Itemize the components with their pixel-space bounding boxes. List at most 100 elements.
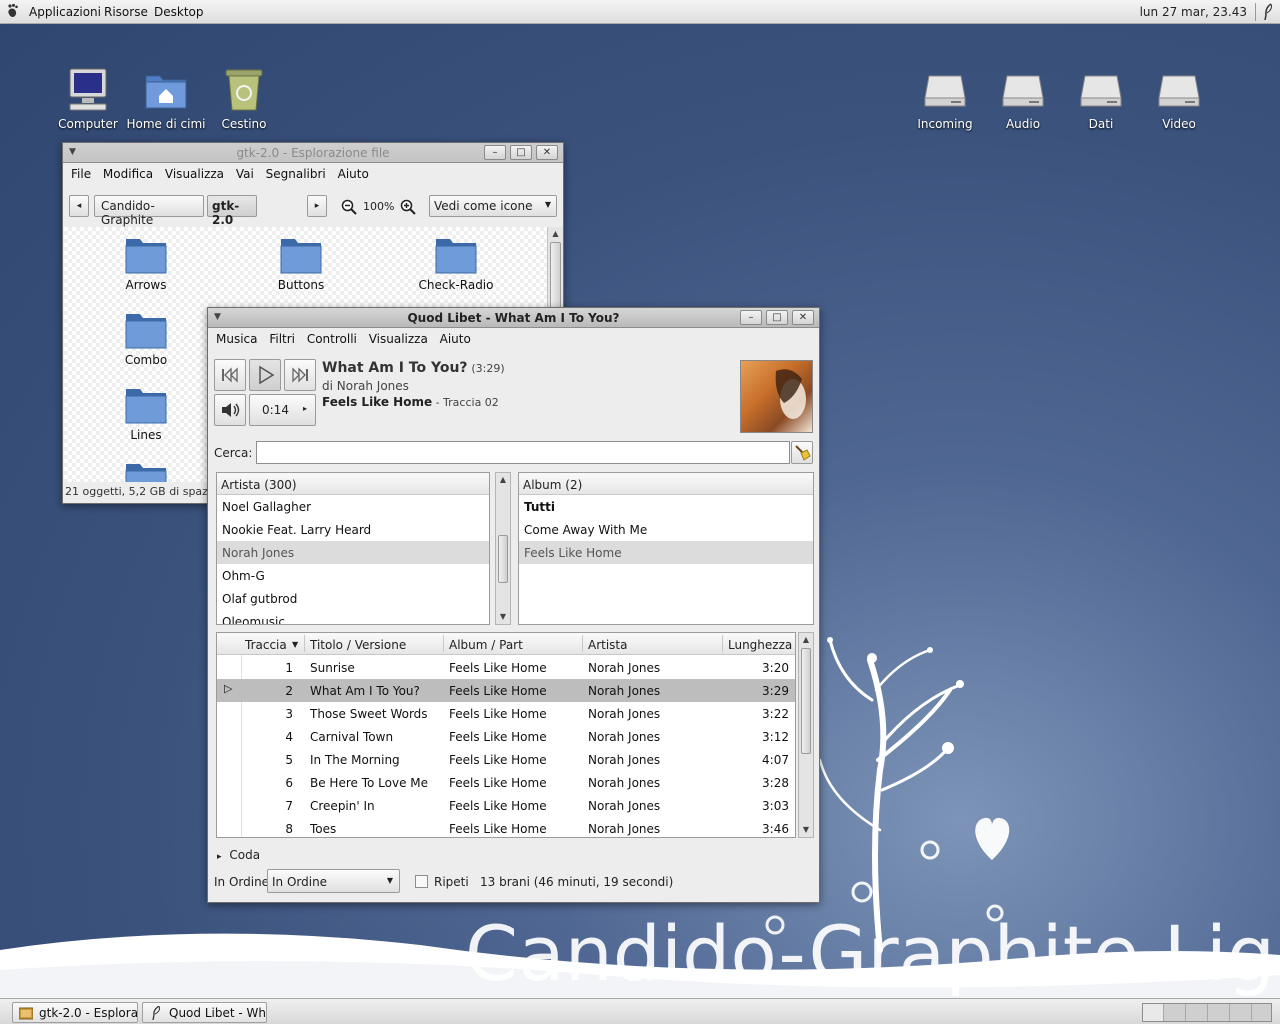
seek-button[interactable]: 0:14 ▸	[249, 394, 316, 426]
menu-segnalibri[interactable]: Segnalibri	[262, 163, 330, 181]
track-row[interactable]: 3 Those Sweet Words Feels Like Home Nora…	[217, 702, 795, 725]
view-mode-select[interactable]: Vedi come icone ▼	[429, 195, 557, 217]
maximize-button[interactable]: □	[766, 310, 788, 325]
track-row[interactable]: 8 Toes Feels Like Home Norah Jones 3:46	[217, 817, 795, 837]
menu-applicazioni[interactable]: Applicazioni	[29, 5, 101, 19]
quodlibet-titlebar[interactable]: ▼ Quod Libet - What Am I To You? – □ ✕	[208, 308, 819, 328]
menu-visualizza[interactable]: Visualizza	[161, 163, 228, 181]
scrollbar-thumb[interactable]	[498, 535, 508, 583]
workspace-6[interactable]	[1253, 1004, 1274, 1021]
artist-row[interactable]: Noel Gallagher	[217, 495, 489, 518]
folder-check-radio[interactable]: Check-Radio	[406, 235, 506, 292]
queue-expander[interactable]: ▸ Coda	[217, 848, 260, 862]
folder-arrows[interactable]: Arrows	[96, 235, 196, 292]
track-list[interactable]: Traccia ▼ Titolo / Versione Album / Part…	[216, 632, 796, 838]
artist-list[interactable]: Artista (300) Noel Gallagher Nookie Feat…	[216, 472, 490, 625]
workspace-4[interactable]	[1209, 1004, 1230, 1021]
desktop-icon-audio[interactable]: Audio	[983, 66, 1063, 131]
play-button[interactable]	[249, 359, 281, 391]
album-row-selected[interactable]: Feels Like Home	[519, 541, 813, 564]
task-button-file-manager[interactable]: gtk-2.0 - Esplorazione file	[12, 1002, 138, 1023]
folder-buttons[interactable]: Buttons	[251, 235, 351, 292]
clear-search-button[interactable]	[791, 441, 813, 464]
zoom-in-icon[interactable]	[400, 199, 416, 215]
album-list-header[interactable]: Album (2)	[519, 473, 813, 495]
menu-musica[interactable]: Musica	[212, 328, 262, 346]
artist-row[interactable]: Olaf gutbrod	[217, 587, 489, 610]
track-row[interactable]: 6 Be Here To Love Me Feels Like Home Nor…	[217, 771, 795, 794]
folder-combo[interactable]: Combo	[96, 310, 196, 367]
maximize-button[interactable]: □	[510, 145, 532, 160]
menu-modifica[interactable]: Modifica	[99, 163, 157, 181]
artist-list-scrollbar[interactable]: ▲ ▼	[495, 472, 511, 625]
menu-vai[interactable]: Vai	[232, 163, 258, 181]
desktop-icon-trash[interactable]: Cestino	[204, 66, 284, 131]
desktop-icon-incoming[interactable]: Incoming	[905, 66, 985, 131]
menu-aiuto[interactable]: Aiuto	[436, 328, 475, 346]
menu-visualizza[interactable]: Visualizza	[365, 328, 432, 346]
folder-lines[interactable]: Lines	[96, 385, 196, 442]
previous-button[interactable]	[214, 359, 246, 391]
album-row[interactable]: Come Away With Me	[519, 518, 813, 541]
track-row[interactable]: 7 Creepin' In Feels Like Home Norah Jone…	[217, 794, 795, 817]
desktop-icon-dati[interactable]: Dati	[1061, 66, 1141, 131]
track-row[interactable]: 4 Carnival Town Feels Like Home Norah Jo…	[217, 725, 795, 748]
gnome-foot-icon[interactable]	[5, 3, 21, 19]
path-back-button[interactable]: ◂	[69, 195, 89, 217]
repeat-checkbox[interactable]	[415, 875, 428, 888]
menu-controlli[interactable]: Controlli	[303, 328, 361, 346]
workspace-3[interactable]	[1187, 1004, 1208, 1021]
track-row-playing[interactable]: ▷ 2 What Am I To You? Feels Like Home No…	[217, 679, 795, 702]
menu-aiuto[interactable]: Aiuto	[334, 163, 373, 181]
quodlibet-tray-icon[interactable]	[1261, 3, 1275, 21]
minimize-button[interactable]: –	[740, 310, 762, 325]
artist-list-header[interactable]: Artista (300)	[217, 473, 489, 495]
desktop-icon-video[interactable]: Video	[1139, 66, 1219, 131]
scroll-up-arrow[interactable]: ▲	[496, 473, 510, 487]
column-titolo[interactable]: Titolo / Versione	[310, 638, 406, 652]
column-traccia[interactable]: Traccia	[245, 638, 287, 652]
album-cover-image[interactable]	[740, 360, 813, 433]
scrollbar-thumb[interactable]	[550, 242, 561, 312]
column-lunghezza[interactable]: Lunghezza	[728, 638, 792, 652]
menu-file[interactable]: File	[67, 163, 95, 181]
file-manager-titlebar[interactable]: ▼ gtk-2.0 - Esplorazione file – □ ✕	[63, 143, 563, 163]
close-button[interactable]: ✕	[792, 310, 814, 325]
minimize-button[interactable]: –	[484, 145, 506, 160]
path-button-candido-graphite[interactable]: Candido-Graphite	[94, 195, 204, 227]
column-artista[interactable]: Artista	[588, 638, 628, 652]
path-button-gtk2[interactable]: gtk-2.0	[207, 195, 257, 227]
menu-desktop[interactable]: Desktop	[154, 5, 204, 19]
search-input[interactable]	[256, 441, 790, 464]
workspace-switcher[interactable]	[1142, 1003, 1272, 1022]
close-button[interactable]: ✕	[536, 145, 558, 160]
desktop-icon-computer[interactable]: Computer	[48, 66, 128, 131]
path-forward-button[interactable]: ▸	[307, 195, 327, 217]
workspace-1[interactable]	[1143, 1004, 1164, 1021]
scroll-up-arrow[interactable]: ▲	[799, 633, 813, 647]
panel-clock[interactable]: lun 27 mar, 23.43	[1140, 5, 1247, 19]
menu-risorse[interactable]: Risorse	[104, 5, 148, 19]
order-select[interactable]: In Ordine ▼	[267, 869, 400, 893]
folder-partial[interactable]	[96, 460, 196, 482]
zoom-out-icon[interactable]	[341, 199, 357, 215]
album-row-all[interactable]: Tutti	[519, 495, 813, 518]
menu-filtri[interactable]: Filtri	[265, 328, 299, 346]
next-button[interactable]	[284, 359, 316, 391]
track-row[interactable]: 1 Sunrise Feels Like Home Norah Jones 3:…	[217, 656, 795, 679]
track-row[interactable]: 5 In The Morning Feels Like Home Norah J…	[217, 748, 795, 771]
artist-row[interactable]: Oleomusic	[217, 610, 489, 624]
desktop-icon-home[interactable]: Home di cimi	[126, 66, 206, 131]
volume-button[interactable]	[214, 394, 246, 426]
album-list[interactable]: Album (2) Tutti Come Away With Me Feels …	[518, 472, 814, 625]
workspace-2[interactable]	[1165, 1004, 1186, 1021]
scroll-up-arrow[interactable]: ▲	[548, 227, 563, 241]
artist-row-selected[interactable]: Norah Jones	[217, 541, 489, 564]
column-album[interactable]: Album / Part	[449, 638, 523, 652]
scroll-down-arrow[interactable]: ▼	[496, 610, 510, 624]
workspace-5[interactable]	[1231, 1004, 1252, 1021]
artist-row[interactable]: Nookie Feat. Larry Heard	[217, 518, 489, 541]
track-list-scrollbar[interactable]: ▲ ▼	[798, 632, 814, 838]
scrollbar-thumb[interactable]	[801, 648, 811, 754]
artist-row[interactable]: Ohm-G	[217, 564, 489, 587]
